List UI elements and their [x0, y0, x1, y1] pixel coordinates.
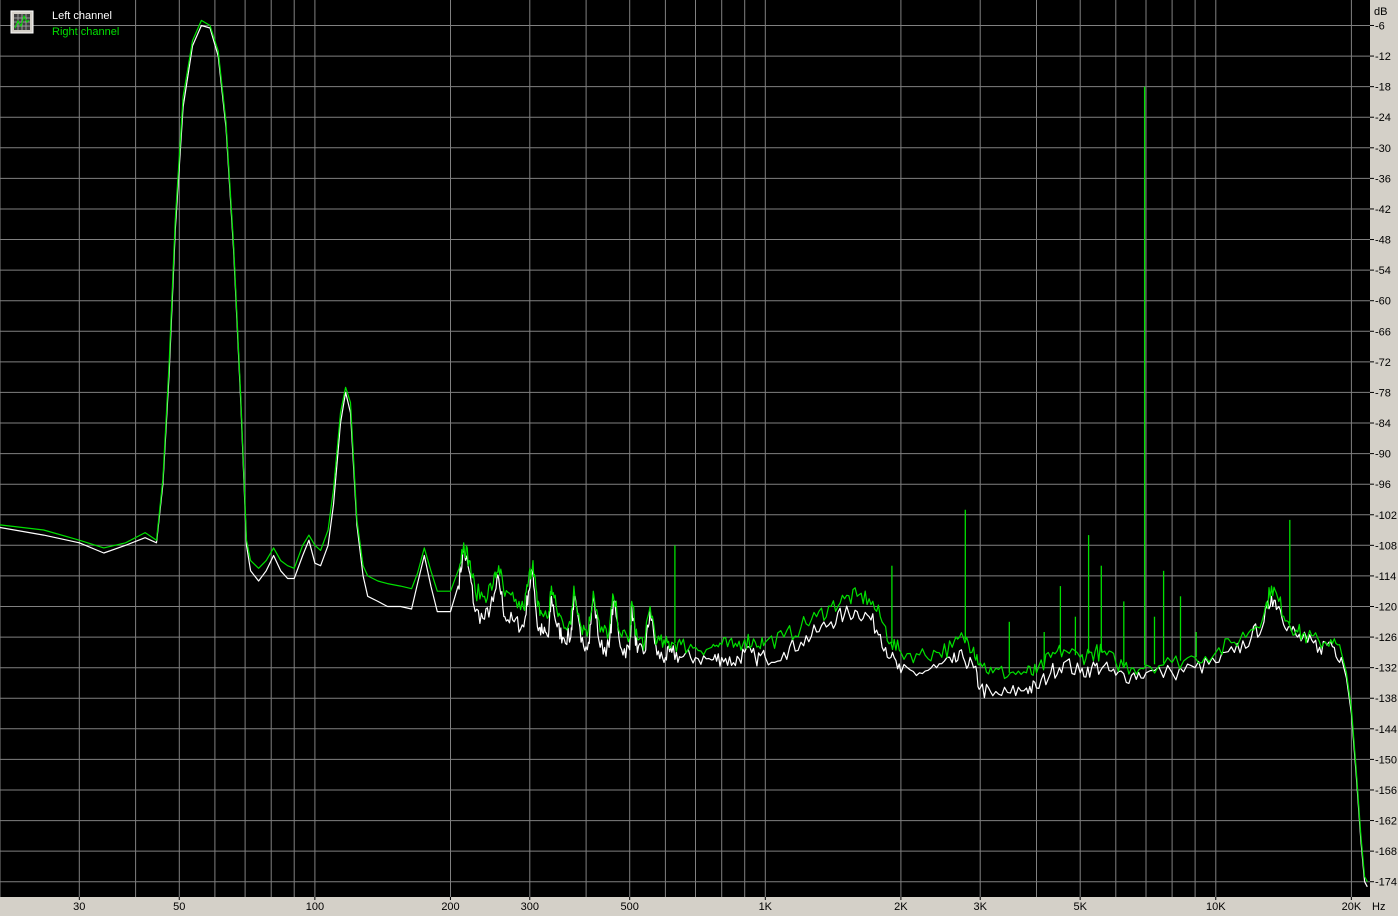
- y-tick-label: -54: [1375, 265, 1391, 277]
- y-tick-label: -96: [1375, 479, 1391, 491]
- x-tick-label: 20K: [1342, 901, 1362, 913]
- y-tick-label: -174: [1375, 877, 1397, 889]
- y-tick-label: -12: [1375, 51, 1391, 63]
- y-tick-label: -18: [1375, 82, 1391, 94]
- y-tick-label: -132: [1375, 663, 1397, 675]
- y-tick-label: -84: [1375, 418, 1391, 430]
- x-tick-label: 2K: [894, 901, 908, 913]
- spectrum-grid-icon[interactable]: [10, 10, 34, 34]
- y-tick-label: -162: [1375, 816, 1397, 828]
- x-tick-label: 100: [306, 901, 324, 913]
- y-tick-label: -126: [1375, 632, 1397, 644]
- legend-right-channel: Right channel: [52, 26, 119, 38]
- y-tick-label: -72: [1375, 357, 1391, 369]
- y-tick-label: -120: [1375, 602, 1397, 614]
- y-tick-label: -78: [1375, 387, 1391, 399]
- y-axis-unit: dB: [1374, 6, 1387, 18]
- y-tick-label: -36: [1375, 173, 1391, 185]
- y-tick-label: -6: [1375, 21, 1385, 33]
- x-tick-label: 1K: [759, 901, 773, 913]
- y-tick-label: -30: [1375, 143, 1391, 155]
- y-tick-label: -60: [1375, 296, 1391, 308]
- x-tick-label: 5K: [1073, 901, 1087, 913]
- y-tick-label: -156: [1375, 785, 1397, 797]
- y-tick-label: -144: [1375, 724, 1397, 736]
- y-tick-label: -168: [1375, 846, 1397, 858]
- y-tick-label: -48: [1375, 235, 1391, 247]
- y-tick-label: -114: [1375, 571, 1396, 583]
- y-tick-label: -138: [1375, 693, 1397, 705]
- y-tick-label: -66: [1375, 326, 1391, 338]
- y-tick-label: -24: [1375, 112, 1391, 124]
- x-tick-label: 30: [73, 901, 85, 913]
- x-tick-label: 300: [521, 901, 539, 913]
- x-tick-label: 500: [621, 901, 639, 913]
- y-tick-label: -102: [1375, 510, 1397, 522]
- spectrum-chart: -6 -12 -18 -24 -30 -36 -42 -48 -54 -60 -66 -72 -78 -8…: [0, 0, 1398, 916]
- x-axis-unit: Hz: [1372, 901, 1385, 913]
- y-tick-label: -90: [1375, 449, 1391, 461]
- y-tick-label: -150: [1375, 754, 1397, 766]
- y-tick-label: -42: [1375, 204, 1391, 216]
- x-tick-label: 10K: [1206, 901, 1226, 913]
- y-tick-label: -108: [1375, 540, 1397, 552]
- x-tick-label: 200: [441, 901, 459, 913]
- plot-background: [0, 0, 1398, 916]
- x-tick-label: 3K: [973, 901, 987, 913]
- x-axis-panel: [0, 897, 1398, 916]
- legend-left-channel: Left channel: [52, 10, 112, 22]
- x-tick-label: 50: [173, 901, 185, 913]
